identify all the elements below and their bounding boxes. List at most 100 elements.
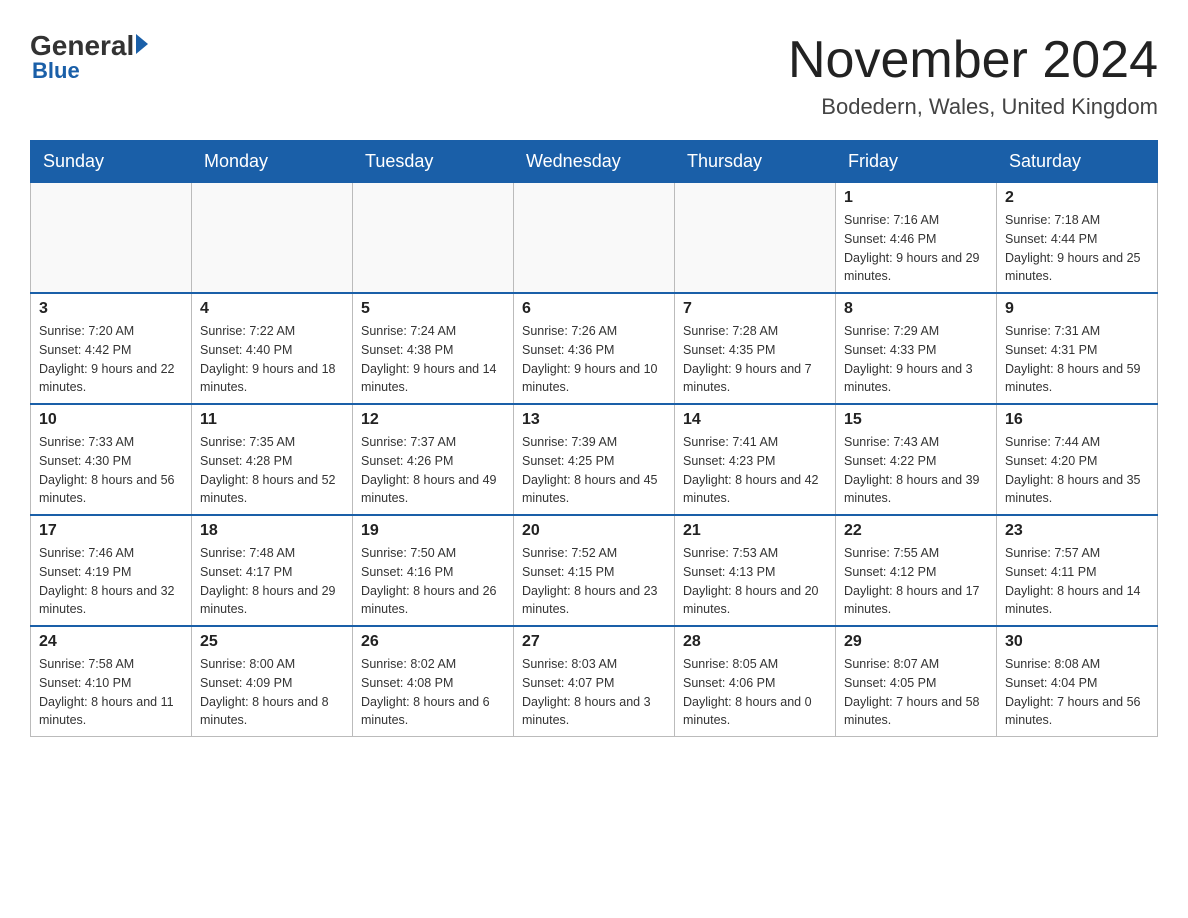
day-of-week-header: Wednesday [514, 141, 675, 183]
day-info: Sunrise: 7:35 AMSunset: 4:28 PMDaylight:… [200, 433, 344, 508]
calendar-day-cell: 23 Sunrise: 7:57 AMSunset: 4:11 PMDayligh… [997, 515, 1158, 626]
day-info: Sunrise: 7:55 AMSunset: 4:12 PMDaylight:… [844, 544, 988, 619]
day-info: Sunrise: 7:33 AMSunset: 4:30 PMDaylight:… [39, 433, 183, 508]
day-number: 2 [1005, 189, 1149, 207]
calendar-day-cell: 9 Sunrise: 7:31 AMSunset: 4:31 PMDaylight… [997, 293, 1158, 404]
day-number: 23 [1005, 522, 1149, 540]
day-number: 29 [844, 633, 988, 651]
day-number: 9 [1005, 300, 1149, 318]
day-number: 7 [683, 300, 827, 318]
day-info: Sunrise: 8:02 AMSunset: 4:08 PMDaylight:… [361, 655, 505, 730]
day-info: Sunrise: 7:39 AMSunset: 4:25 PMDaylight:… [522, 433, 666, 508]
day-info: Sunrise: 7:46 AMSunset: 4:19 PMDaylight:… [39, 544, 183, 619]
day-info: Sunrise: 8:07 AMSunset: 4:05 PMDaylight:… [844, 655, 988, 730]
calendar-day-cell [514, 183, 675, 294]
day-number: 22 [844, 522, 988, 540]
day-of-week-header: Friday [836, 141, 997, 183]
calendar-day-cell: 28 Sunrise: 8:05 AMSunset: 4:06 PMDayligh… [675, 626, 836, 737]
calendar-day-cell: 26 Sunrise: 8:02 AMSunset: 4:08 PMDayligh… [353, 626, 514, 737]
calendar-day-cell: 3Sunrise: 7:20 AMSunset: 4:42 PMDaylight… [31, 293, 192, 404]
day-info: Sunrise: 7:18 AMSunset: 4:44 PMDaylight:… [1005, 211, 1149, 286]
calendar-day-cell: 4 Sunrise: 7:22 AMSunset: 4:40 PMDaylight… [192, 293, 353, 404]
day-info: Sunrise: 7:53 AMSunset: 4:13 PMDaylight:… [683, 544, 827, 619]
calendar-day-cell: 17 Sunrise: 7:46 AMSunset: 4:19 PMDayligh… [31, 515, 192, 626]
day-number: 11 [200, 411, 344, 429]
day-number: 30 [1005, 633, 1149, 651]
calendar-day-cell: 16Sunrise: 7:44 AMSunset: 4:20 PMDayligh… [997, 404, 1158, 515]
calendar-day-cell: 6 Sunrise: 7:26 AMSunset: 4:36 PMDaylight… [514, 293, 675, 404]
calendar-day-cell: 15 Sunrise: 7:43 AMSunset: 4:22 PMDayligh… [836, 404, 997, 515]
day-info: Sunrise: 7:26 AMSunset: 4:36 PMDaylight:… [522, 322, 666, 397]
day-info: Sunrise: 7:44 AMSunset: 4:20 PMDaylight:… [1005, 433, 1149, 508]
calendar-day-cell: 25 Sunrise: 8:00 AMSunset: 4:09 PMDayligh… [192, 626, 353, 737]
day-number: 25 [200, 633, 344, 651]
day-number: 26 [361, 633, 505, 651]
month-title: November 2024 [788, 30, 1158, 90]
calendar-day-cell: 29 Sunrise: 8:07 AMSunset: 4:05 PMDayligh… [836, 626, 997, 737]
calendar-day-cell: 18Sunrise: 7:48 AMSunset: 4:17 PMDayligh… [192, 515, 353, 626]
calendar-day-cell: 10 Sunrise: 7:33 AMSunset: 4:30 PMDayligh… [31, 404, 192, 515]
day-info: Sunrise: 8:05 AMSunset: 4:06 PMDaylight:… [683, 655, 827, 730]
day-number: 3 [39, 300, 183, 318]
day-info: Sunrise: 7:29 AMSunset: 4:33 PMDaylight:… [844, 322, 988, 397]
day-number: 24 [39, 633, 183, 651]
day-info: Sunrise: 7:28 AMSunset: 4:35 PMDaylight:… [683, 322, 827, 397]
day-number: 28 [683, 633, 827, 651]
day-number: 19 [361, 522, 505, 540]
day-info: Sunrise: 7:52 AMSunset: 4:15 PMDaylight:… [522, 544, 666, 619]
calendar-day-cell: 22 Sunrise: 7:55 AMSunset: 4:12 PMDayligh… [836, 515, 997, 626]
day-of-week-header: Monday [192, 141, 353, 183]
calendar-day-cell: 21 Sunrise: 7:53 AMSunset: 4:13 PMDayligh… [675, 515, 836, 626]
day-info: Sunrise: 8:00 AMSunset: 4:09 PMDaylight:… [200, 655, 344, 730]
day-number: 21 [683, 522, 827, 540]
calendar-week-row: 1 Sunrise: 7:16 AMSunset: 4:46 PMDaylight… [31, 183, 1158, 294]
day-number: 1 [844, 189, 988, 207]
logo-blue-text: Blue [30, 58, 80, 84]
calendar-day-cell: 8 Sunrise: 7:29 AMSunset: 4:33 PMDaylight… [836, 293, 997, 404]
day-info: Sunrise: 8:03 AMSunset: 4:07 PMDaylight:… [522, 655, 666, 730]
calendar-week-row: 10 Sunrise: 7:33 AMSunset: 4:30 PMDayligh… [31, 404, 1158, 515]
day-number: 10 [39, 411, 183, 429]
calendar-table: SundayMondayTuesdayWednesdayThursdayFrid… [30, 140, 1158, 737]
calendar-week-row: 17 Sunrise: 7:46 AMSunset: 4:19 PMDayligh… [31, 515, 1158, 626]
calendar-day-cell: 2 Sunrise: 7:18 AMSunset: 4:44 PMDaylight… [997, 183, 1158, 294]
day-info: Sunrise: 7:48 AMSunset: 4:17 PMDaylight:… [200, 544, 344, 619]
day-number: 8 [844, 300, 988, 318]
calendar-day-cell [353, 183, 514, 294]
day-number: 20 [522, 522, 666, 540]
day-number: 12 [361, 411, 505, 429]
day-info: Sunrise: 7:31 AMSunset: 4:31 PMDaylight:… [1005, 322, 1149, 397]
day-info: Sunrise: 7:24 AMSunset: 4:38 PMDaylight:… [361, 322, 505, 397]
calendar-week-row: 24Sunrise: 7:58 AMSunset: 4:10 PMDayligh… [31, 626, 1158, 737]
day-of-week-header: Sunday [31, 141, 192, 183]
calendar-day-cell: 12Sunrise: 7:37 AMSunset: 4:26 PMDayligh… [353, 404, 514, 515]
day-info: Sunrise: 7:57 AMSunset: 4:11 PMDaylight:… [1005, 544, 1149, 619]
day-number: 14 [683, 411, 827, 429]
calendar-day-cell: 1 Sunrise: 7:16 AMSunset: 4:46 PMDaylight… [836, 183, 997, 294]
day-of-week-header: Saturday [997, 141, 1158, 183]
calendar-week-row: 3Sunrise: 7:20 AMSunset: 4:42 PMDaylight… [31, 293, 1158, 404]
day-of-week-header: Thursday [675, 141, 836, 183]
calendar-day-cell [31, 183, 192, 294]
calendar-day-cell: 27 Sunrise: 8:03 AMSunset: 4:07 PMDayligh… [514, 626, 675, 737]
calendar-day-cell: 14 Sunrise: 7:41 AMSunset: 4:23 PMDayligh… [675, 404, 836, 515]
calendar-day-cell: 24Sunrise: 7:58 AMSunset: 4:10 PMDayligh… [31, 626, 192, 737]
title-section: November 2024 Bodedern, Wales, United Ki… [788, 30, 1158, 120]
day-of-week-header: Tuesday [353, 141, 514, 183]
day-info: Sunrise: 7:41 AMSunset: 4:23 PMDaylight:… [683, 433, 827, 508]
day-info: Sunrise: 7:16 AMSunset: 4:46 PMDaylight:… [844, 211, 988, 286]
day-number: 17 [39, 522, 183, 540]
day-info: Sunrise: 7:43 AMSunset: 4:22 PMDaylight:… [844, 433, 988, 508]
calendar-day-cell: 19Sunrise: 7:50 AMSunset: 4:16 PMDayligh… [353, 515, 514, 626]
logo-arrow-icon [136, 34, 148, 54]
day-info: Sunrise: 7:22 AMSunset: 4:40 PMDaylight:… [200, 322, 344, 397]
day-number: 15 [844, 411, 988, 429]
calendar-day-cell [192, 183, 353, 294]
calendar-day-cell: 7 Sunrise: 7:28 AMSunset: 4:35 PMDaylight… [675, 293, 836, 404]
calendar-day-cell: 30Sunrise: 8:08 AMSunset: 4:04 PMDayligh… [997, 626, 1158, 737]
calendar-day-cell [675, 183, 836, 294]
day-number: 6 [522, 300, 666, 318]
page-header: General Blue November 2024 Bodedern, Wal… [30, 30, 1158, 120]
day-number: 27 [522, 633, 666, 651]
day-number: 4 [200, 300, 344, 318]
